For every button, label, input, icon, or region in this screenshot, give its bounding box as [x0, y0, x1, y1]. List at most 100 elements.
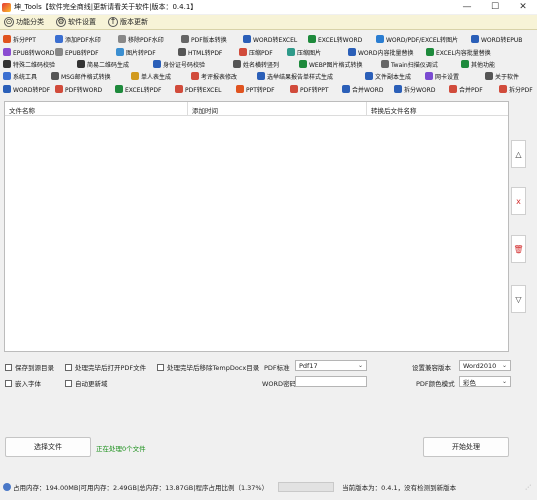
pdf-standard-label: PDF标准: [264, 364, 290, 372]
toolbar-button[interactable]: WORD转PDF: [2, 83, 54, 95]
start-process-button[interactable]: 开始处理: [423, 437, 509, 457]
tool-icon: [175, 85, 183, 93]
compat-version-select[interactable]: Word2010 ⌄: [459, 360, 511, 371]
keep-source-dir-checkbox[interactable]: [5, 363, 12, 371]
toolbar-button-label: PDF转EXCEL: [185, 86, 222, 94]
toolbar-button-label: 单人表生成: [141, 73, 172, 81]
toolbar-button[interactable]: 系统工具: [2, 70, 50, 82]
keep-source-dir-option[interactable]: 保存到源目录: [5, 362, 54, 372]
open-after-checkbox[interactable]: [65, 363, 72, 371]
toolbar-button[interactable]: 网卡设置: [424, 70, 484, 82]
maximize-button[interactable]: ☐: [481, 0, 509, 14]
toolbar-button[interactable]: 拆分PPT: [2, 33, 54, 45]
toolbar-button-label: 身份证号码校验: [163, 61, 206, 69]
auto-update-domain-option[interactable]: 自动更新域: [65, 378, 108, 388]
toolbar-button-label: 系统工具: [13, 73, 38, 81]
toolbar-button[interactable]: WORD转EXCEL: [242, 33, 307, 45]
menu-function-category[interactable]: ⊙ 功能分类: [4, 17, 44, 27]
tool-icon: [51, 72, 59, 80]
app-logo-icon: [2, 2, 11, 12]
toolbar-button[interactable]: 文件副本生成: [364, 70, 424, 82]
pdf-color-mode-select[interactable]: 彩色 ⌄: [459, 376, 511, 387]
word-password-input[interactable]: [295, 376, 367, 387]
toolbar-button[interactable]: PDF转PPT: [289, 83, 341, 95]
pdf-standard-select[interactable]: Pdf17 ⌄: [295, 360, 367, 371]
toolbar-button-label: EXCEL内容批量替换: [436, 49, 491, 57]
toolbar-button[interactable]: 合并PDF: [448, 83, 498, 95]
toolbar-button[interactable]: 简易二维码生成: [76, 58, 152, 70]
toolbar-button[interactable]: 添加PDF水印: [54, 33, 117, 45]
open-after-option[interactable]: 处理完毕后打开PDF文件: [65, 362, 146, 372]
clear-list-button[interactable]: 🗑: [511, 235, 526, 263]
toolbar-button[interactable]: MSG邮件格式转换: [50, 70, 130, 82]
toolbar-button[interactable]: EPUB转WORD: [2, 46, 54, 58]
toolbar-button[interactable]: 关于软件: [484, 70, 535, 82]
title-bar: 坤_Tools【软件完全商线|更新请看关于软件|版本：0.4.1】 — ☐ ✕: [0, 0, 537, 14]
column-file-name[interactable]: 文件名称: [5, 102, 188, 115]
toolbar-button[interactable]: PDF转EXCEL: [174, 83, 235, 95]
toolbar-button[interactable]: PPT转PDF: [235, 83, 289, 95]
toolbar-button[interactable]: EXCEL转WORD: [307, 33, 375, 45]
toolbar-button[interactable]: WEBP图片格式转换: [298, 58, 380, 70]
toolbar-button[interactable]: Twain扫描仪调试: [380, 58, 460, 70]
toolbar-button[interactable]: 拆分WORD: [393, 83, 448, 95]
toolbar-button-label: WORD转EXCEL: [253, 36, 298, 44]
toolbar-button-label: 添加PDF水印: [65, 36, 101, 44]
tool-icon: [153, 60, 161, 68]
toolbar-button[interactable]: 压缩图片: [286, 46, 347, 58]
embed-font-option[interactable]: 嵌入字体: [5, 378, 41, 388]
minimize-button[interactable]: —: [453, 0, 481, 14]
toolbar-button[interactable]: WORD/PDF/EXCEL转图片: [375, 33, 470, 45]
toolbar-button[interactable]: 考评报表修改: [190, 70, 256, 82]
select-file-button[interactable]: 选择文件: [5, 437, 91, 457]
tool-icon: [308, 35, 316, 43]
embed-font-checkbox[interactable]: [5, 379, 12, 387]
toolbar-button[interactable]: HTML转PDF: [177, 46, 238, 58]
tool-icon: [485, 72, 493, 80]
toolbar-button-label: Twain扫描仪调试: [391, 61, 438, 69]
toolbar-button[interactable]: 身份证号码校验: [152, 58, 232, 70]
resize-grip-icon[interactable]: ⋰: [525, 484, 531, 491]
toolbar-button[interactable]: 拆分PDF: [498, 83, 535, 95]
tool-icon: [290, 85, 298, 93]
toolbar-button[interactable]: 其他功能: [460, 58, 535, 70]
toolbar-button[interactable]: WORD转EPUB: [470, 33, 535, 45]
toolbar-button[interactable]: 单人表生成: [130, 70, 190, 82]
file-list-table[interactable]: 文件名称 添加时间 转换后文件名称: [4, 101, 509, 352]
menu-version-update[interactable]: ↑ 版本更新: [108, 17, 148, 27]
toolbar-button[interactable]: 移除PDF水印: [117, 33, 180, 45]
toolbar-button[interactable]: 特殊二维码校验: [2, 58, 76, 70]
toolbar-button[interactable]: PDF版本转换: [180, 33, 242, 45]
toolbar-button[interactable]: 合并WORD: [341, 83, 393, 95]
toolbar-button[interactable]: PDF转WORD: [54, 83, 114, 95]
menu-label: 版本更新: [120, 18, 148, 26]
toolbar-button[interactable]: 姓名横转竖列: [232, 58, 298, 70]
toolbar-button[interactable]: EPUB转PDF: [54, 46, 115, 58]
tool-icon: [3, 85, 11, 93]
toolbar-button[interactable]: 图片转PDF: [115, 46, 177, 58]
keep-source-dir-label: 保存到源目录: [15, 364, 54, 372]
menu-software-settings[interactable]: ⚙ 软件设置: [56, 17, 96, 27]
remove-temp-checkbox[interactable]: [157, 363, 164, 371]
toolbar-button[interactable]: WORD内容批量替换: [347, 46, 425, 58]
gear-icon: ⚙: [56, 17, 66, 27]
toolbar-button-label: 文件副本生成: [375, 73, 412, 81]
remove-item-button[interactable]: x: [511, 187, 526, 215]
toolbar-button[interactable]: 选举结果报告单样式生成: [256, 70, 364, 82]
toolbar-button-label: 合并PDF: [459, 86, 483, 94]
toolbar-button[interactable]: EXCEL转PDF: [114, 83, 174, 95]
move-down-button[interactable]: ▽: [511, 285, 526, 313]
close-button[interactable]: ✕: [509, 0, 537, 14]
toolbar-button[interactable]: 压缩PDF: [238, 46, 286, 58]
toolbar-button[interactable]: EXCEL内容批量替换: [425, 46, 495, 58]
move-up-button[interactable]: △: [511, 140, 526, 168]
tool-icon: [243, 35, 251, 43]
processing-status: 正在处理0个文件: [96, 445, 146, 453]
remove-temp-option[interactable]: 处理完毕后移除TempDocx目录: [157, 362, 259, 372]
column-added-time[interactable]: 添加时间: [188, 102, 367, 115]
tool-icon: [348, 48, 356, 56]
column-converted-name[interactable]: 转换后文件名称: [367, 102, 508, 115]
remove-temp-label: 处理完毕后移除TempDocx目录: [167, 364, 260, 372]
toolbar-button-label: 网卡设置: [435, 73, 460, 81]
auto-update-domain-checkbox[interactable]: [65, 379, 72, 387]
